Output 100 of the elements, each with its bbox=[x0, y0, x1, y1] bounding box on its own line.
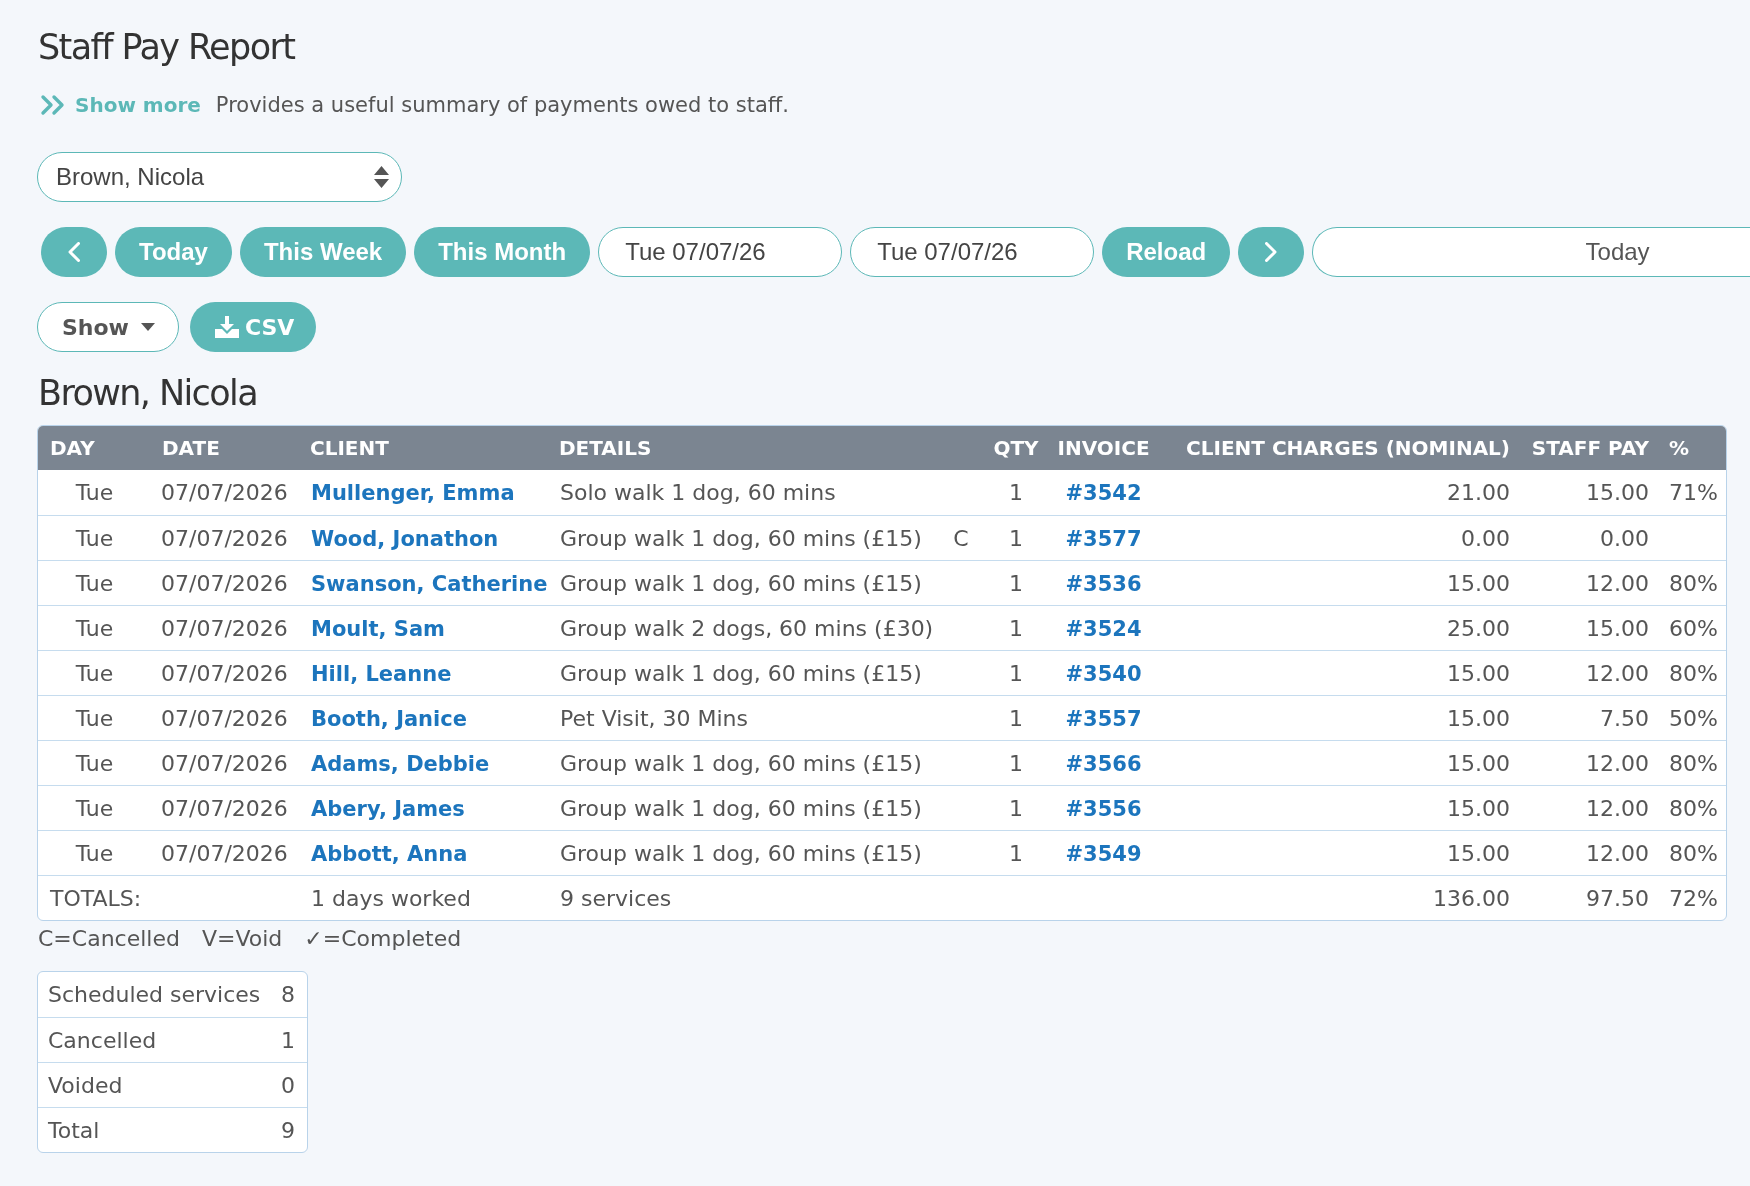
table-cell-text: 21.00 bbox=[1446, 479, 1511, 507]
table-cell: 07/07/2026 bbox=[151, 650, 301, 695]
page-title: Staff Pay Report bbox=[38, 26, 295, 68]
table-cell: 60% bbox=[1659, 605, 1726, 650]
legend-item: V=Void bbox=[201, 925, 283, 953]
table-cell: 80% bbox=[1659, 785, 1726, 830]
table-cell: Tue bbox=[38, 515, 151, 560]
invoice-link[interactable]: #3556 bbox=[1065, 796, 1142, 821]
table-cell: 1 bbox=[986, 785, 1046, 830]
table-cell: Pet Visit, 30 Mins bbox=[550, 695, 936, 740]
table-cell: Group walk 1 dog, 60 mins (£15) bbox=[550, 740, 936, 785]
table-cell: Tue bbox=[38, 560, 151, 605]
summary-label: Cancelled bbox=[38, 1017, 276, 1062]
table-cell: Group walk 1 dog, 60 mins (£15) bbox=[550, 830, 936, 875]
table-cell: Tue bbox=[38, 740, 151, 785]
table-cell: 15.00 bbox=[1161, 740, 1520, 785]
table-cell: 80% bbox=[1659, 560, 1726, 605]
staff-heading: Brown, Nicola bbox=[38, 372, 258, 414]
column-header: DATE bbox=[151, 426, 301, 470]
client-link[interactable]: Moult, Sam bbox=[311, 616, 445, 641]
client-link[interactable]: Abbott, Anna bbox=[311, 841, 468, 866]
next-button[interactable] bbox=[1238, 227, 1305, 277]
table-cell: 80% bbox=[1659, 740, 1726, 785]
client-link[interactable]: Hill, Leanne bbox=[311, 661, 452, 686]
column-header: % bbox=[1659, 426, 1726, 470]
column-header: INVOICE bbox=[1046, 426, 1161, 470]
staff-select[interactable]: Brown, Nicola bbox=[37, 152, 402, 202]
summary-value: 1 bbox=[275, 1017, 307, 1062]
start-date-field[interactable]: Tue 07/07/26 bbox=[598, 227, 843, 277]
table-cell: 97.50 bbox=[1520, 875, 1659, 920]
invoice-link[interactable]: #3566 bbox=[1065, 751, 1142, 776]
client-link[interactable]: Wood, Jonathon bbox=[311, 526, 499, 551]
table-cell: 07/07/2026 bbox=[151, 740, 301, 785]
table-cell: 1 bbox=[986, 560, 1046, 605]
client-link[interactable]: Mullenger, Emma bbox=[311, 481, 515, 505]
summary-label: Voided bbox=[38, 1062, 276, 1107]
table-cell: Tue bbox=[38, 605, 151, 650]
table-cell-text: Tue bbox=[74, 479, 115, 507]
double-chevron-icon bbox=[40, 94, 66, 116]
column-header: STAFF PAY bbox=[1520, 426, 1659, 470]
table-cell-text: 1 bbox=[1008, 479, 1024, 507]
table-cell: 50% bbox=[1659, 695, 1726, 740]
table-cell: 80% bbox=[1659, 830, 1726, 875]
invoice-link[interactable]: #3542 bbox=[1065, 481, 1142, 505]
table-cell: 0.00 bbox=[1520, 515, 1659, 560]
table-cell: 15.00 bbox=[1161, 650, 1520, 695]
summary-value: 9 bbox=[275, 1107, 307, 1152]
client-link[interactable]: Adams, Debbie bbox=[311, 751, 490, 776]
table-cell: 72% bbox=[1659, 875, 1726, 920]
range-field[interactable]: Today bbox=[1312, 227, 1750, 277]
up-down-arrows-icon bbox=[374, 166, 389, 188]
invoice-link[interactable]: #3549 bbox=[1065, 841, 1142, 866]
legend-item: ✓=Completed bbox=[304, 925, 462, 953]
table-cell: Group walk 1 dog, 60 mins (£15) bbox=[550, 650, 936, 695]
table-cell-text: 15.00 bbox=[1585, 479, 1650, 507]
client-link[interactable]: Abery, James bbox=[311, 796, 465, 821]
invoice-link[interactable]: #3577 bbox=[1065, 526, 1142, 551]
table-cell: 1 days worked bbox=[301, 875, 550, 920]
column-header: CLIENT bbox=[301, 426, 550, 470]
description-text: Provides a useful summary of payments owed to staff. bbox=[215, 93, 789, 117]
caret-down-icon bbox=[140, 323, 155, 331]
legend-item: C=Cancelled bbox=[38, 925, 180, 953]
table-cell: 15.00 bbox=[1161, 695, 1520, 740]
table-cell: Group walk 1 dog, 60 mins (£15) bbox=[550, 515, 936, 560]
table-cell: 07/07/2026 bbox=[151, 785, 301, 830]
invoice-link[interactable]: #3524 bbox=[1065, 616, 1142, 641]
table-cell: 0.00 bbox=[1161, 515, 1520, 560]
table-cell: 07/07/2026 bbox=[151, 605, 301, 650]
table-cell: 07/07/2026 bbox=[151, 515, 301, 560]
invoice-link[interactable]: #3536 bbox=[1065, 571, 1142, 596]
previous-button[interactable] bbox=[41, 227, 107, 277]
table-cell-text: 07/07/2026 bbox=[160, 479, 289, 507]
table-cell: 1 bbox=[986, 695, 1046, 740]
table-cell-text: 71% bbox=[1668, 479, 1719, 507]
table-cell: 12.00 bbox=[1520, 830, 1659, 875]
invoice-link[interactable]: #3540 bbox=[1065, 661, 1142, 686]
table-cell: Group walk 1 dog, 60 mins (£15) bbox=[550, 785, 936, 830]
table-cell: 15.00 bbox=[1161, 830, 1520, 875]
status-code: C bbox=[936, 515, 986, 560]
end-date-field[interactable]: Tue 07/07/26 bbox=[850, 227, 1095, 277]
summary-value: 0 bbox=[275, 1062, 307, 1107]
table-cell: 1 bbox=[986, 830, 1046, 875]
table-cell: 1 bbox=[986, 650, 1046, 695]
table-cell: 1 bbox=[986, 515, 1046, 560]
invoice-link[interactable]: #3557 bbox=[1065, 706, 1142, 731]
table-cell: 07/07/2026 bbox=[151, 560, 301, 605]
column-header: CLIENT CHARGES (NOMINAL) bbox=[1161, 426, 1520, 470]
table-cell: 80% bbox=[1659, 650, 1726, 695]
summary-label: Total bbox=[38, 1107, 276, 1152]
table-cell: Group walk 1 dog, 60 mins (£15) bbox=[550, 560, 936, 605]
show-dropdown-button[interactable]: Show bbox=[37, 302, 179, 352]
client-link[interactable]: Swanson, Catherine bbox=[311, 571, 548, 596]
client-link[interactable]: Booth, Janice bbox=[311, 706, 467, 731]
table-cell: Tue bbox=[38, 650, 151, 695]
table-cell: 15.00 bbox=[1520, 605, 1659, 650]
column-header: DAY bbox=[38, 426, 151, 470]
table-cell: Tue bbox=[38, 695, 151, 740]
table-cell: 136.00 bbox=[1161, 875, 1520, 920]
summary-value: 8 bbox=[280, 981, 296, 1009]
table-cell: Tue bbox=[38, 830, 151, 875]
